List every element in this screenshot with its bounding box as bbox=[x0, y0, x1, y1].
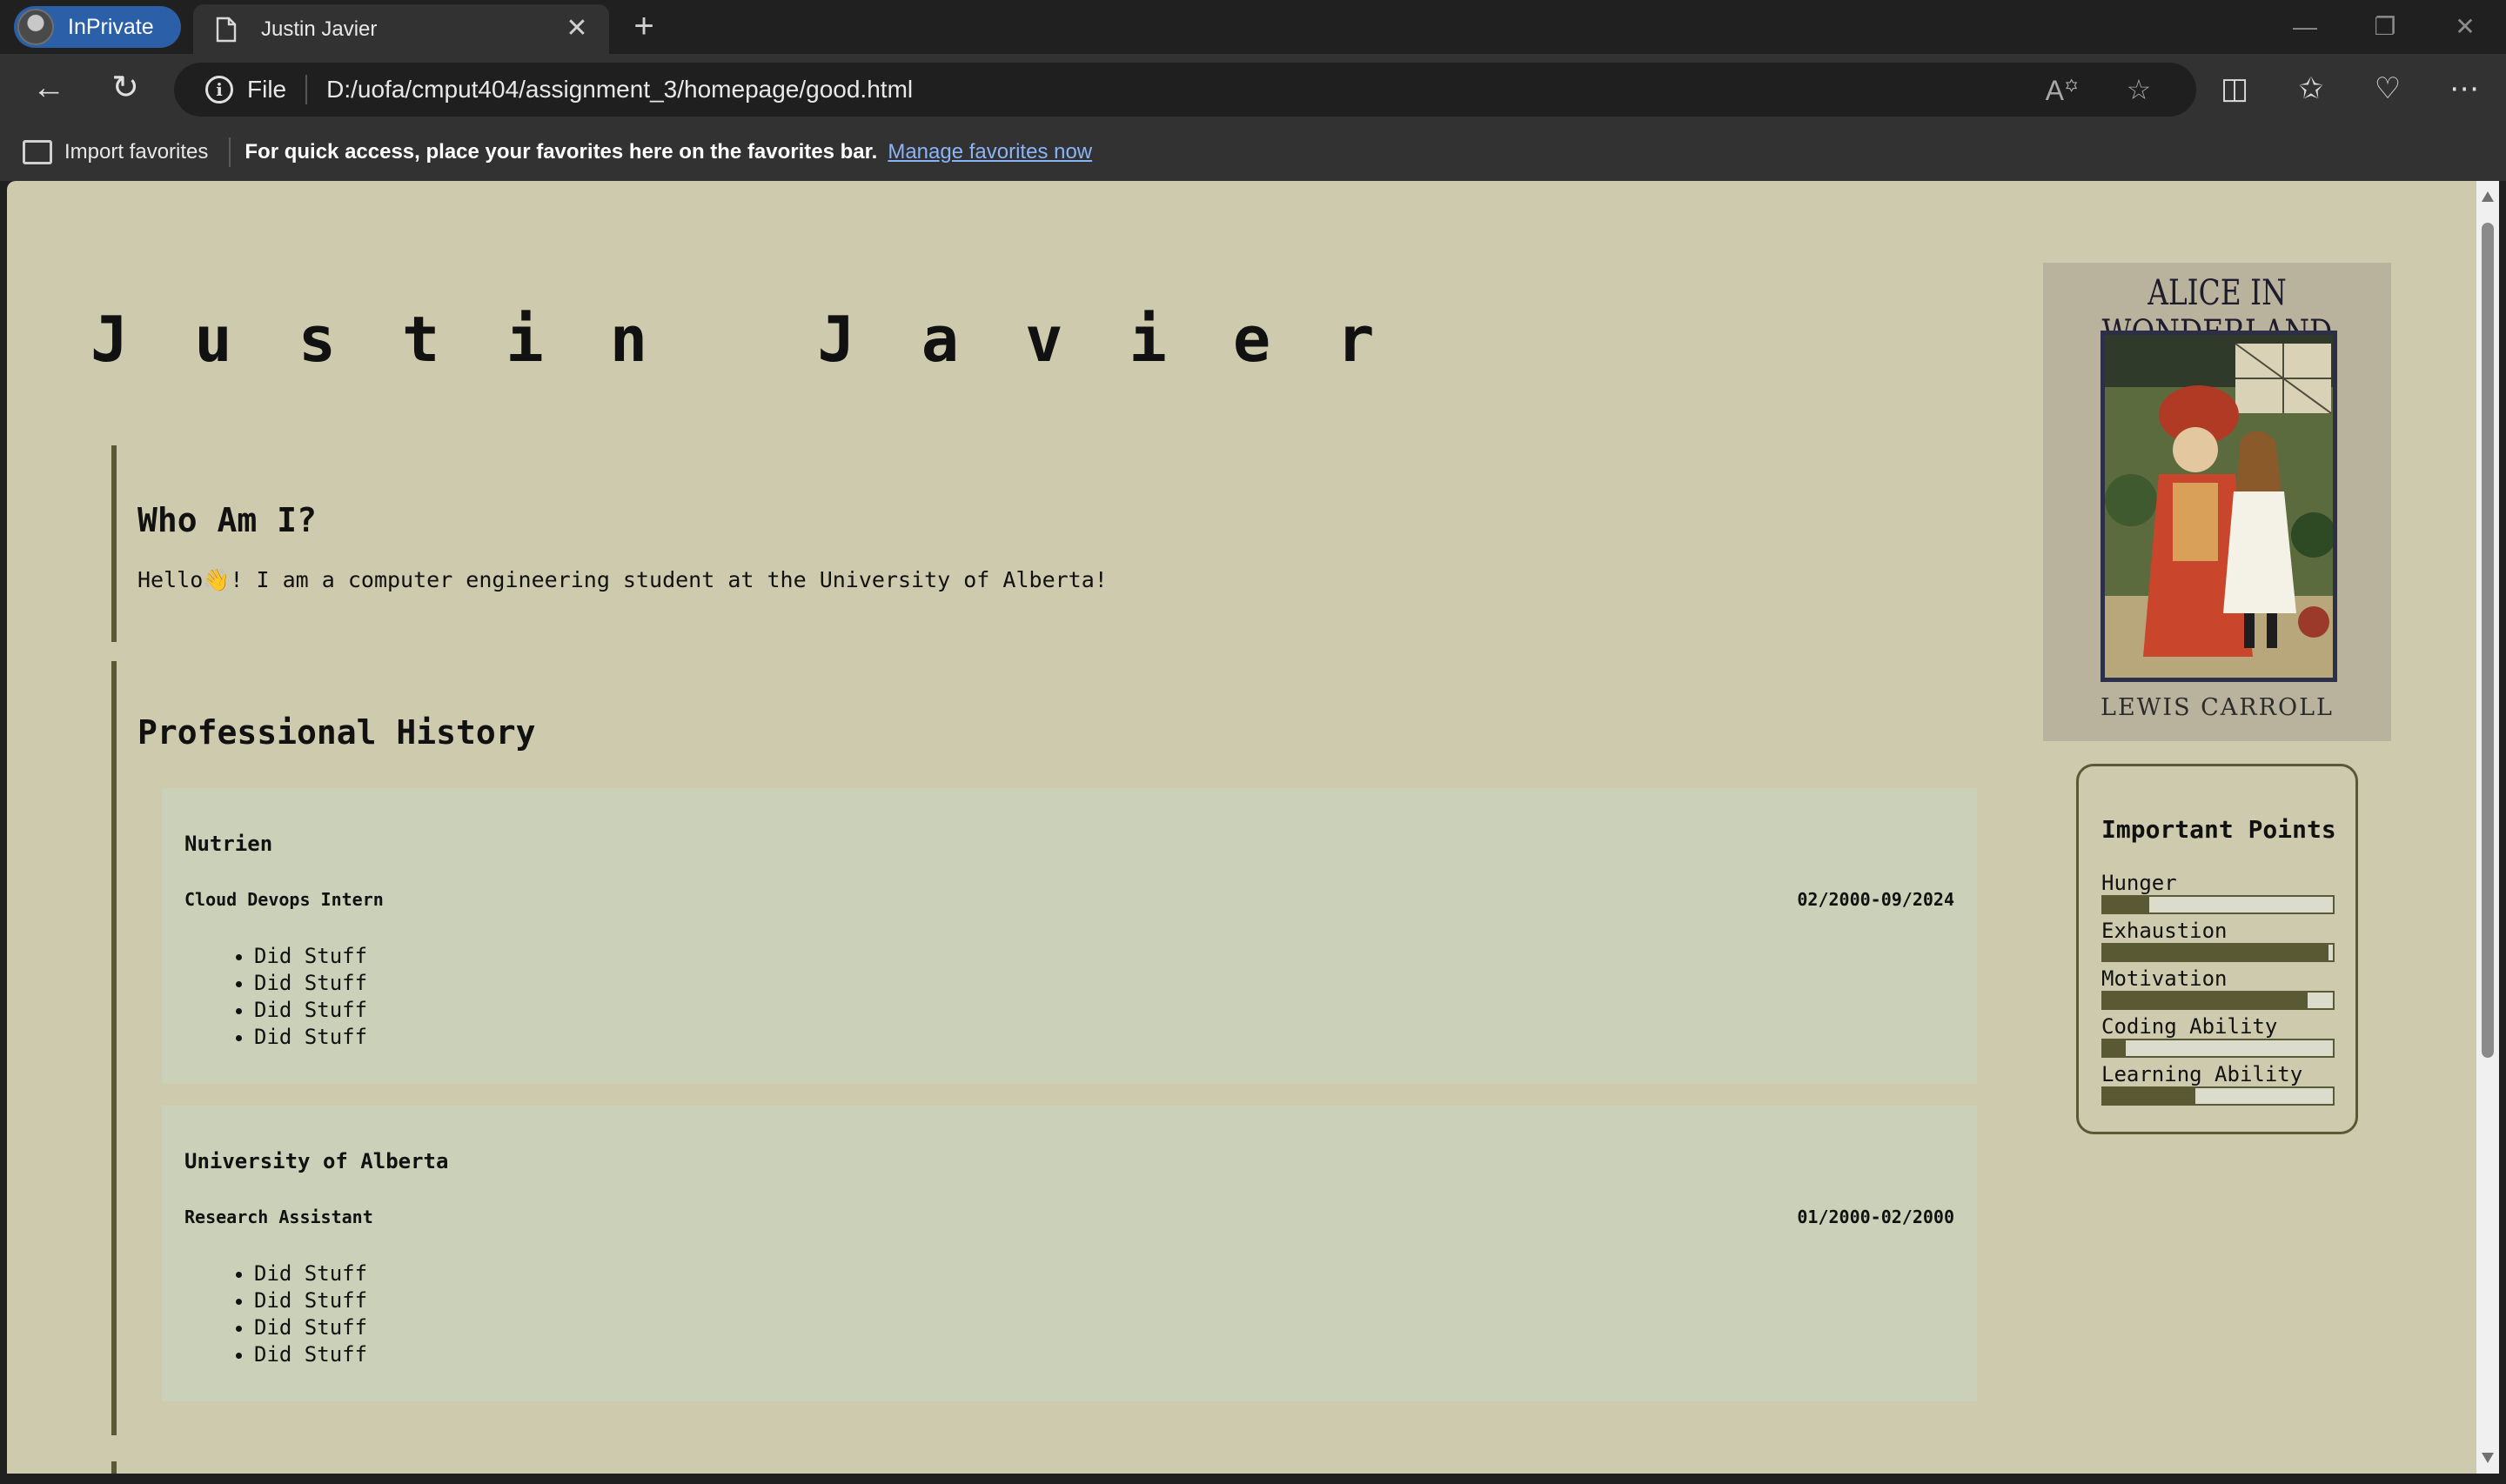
tab-title: Justin Javier bbox=[261, 17, 378, 41]
job-item: Did Stuff bbox=[254, 1024, 367, 1051]
job-item: Did Stuff bbox=[254, 1287, 367, 1314]
stat-meter bbox=[2101, 1039, 2335, 1058]
stat-meter bbox=[2101, 895, 2335, 914]
stat-label: Hunger bbox=[2101, 871, 2177, 895]
profile-avatar bbox=[17, 9, 54, 45]
refresh-icon[interactable]: ↻ bbox=[103, 66, 148, 111]
title-bar: InPrivate Justin Javier ✕ + — ❐ ✕ bbox=[0, 0, 2506, 54]
stat-meter-fill bbox=[2103, 1040, 2127, 1056]
favorites-bar: Import favorites For quick access, place… bbox=[0, 124, 2506, 181]
stat-meter-fill bbox=[2103, 897, 2149, 912]
more-menu-icon[interactable]: ⋯ bbox=[2440, 66, 2489, 111]
stat-label: Coding Ability bbox=[2101, 1014, 2278, 1039]
back-icon[interactable]: ← bbox=[26, 66, 71, 111]
inprivate-label: InPrivate bbox=[68, 14, 154, 39]
stat-learning-ability: Learning Ability bbox=[2101, 1062, 2336, 1106]
stat-meter bbox=[2101, 1086, 2335, 1106]
job-item: Did Stuff bbox=[254, 1341, 367, 1368]
address-bar[interactable]: i File D:/uofa/cmput404/assignment_3/hom… bbox=[174, 63, 2196, 117]
address-toolbar: ← ↻ i File D:/uofa/cmput404/assignment_3… bbox=[0, 54, 2506, 124]
job-card: University of Alberta Research Assistant… bbox=[162, 1106, 1977, 1401]
favorites-divider bbox=[229, 137, 231, 167]
new-tab-icon[interactable]: + bbox=[625, 9, 663, 47]
tab-justin-javier[interactable]: Justin Javier ✕ bbox=[193, 4, 609, 54]
inprivate-button[interactable]: InPrivate bbox=[14, 6, 181, 48]
important-points-panel: Important Points Hunger Exhaustion Motiv… bbox=[2076, 764, 2358, 1134]
stat-label: Learning Ability bbox=[2101, 1062, 2303, 1086]
job-role: Research Assistant bbox=[184, 1207, 373, 1227]
minimize-icon[interactable]: — bbox=[2283, 7, 2327, 47]
next-section-border bbox=[111, 1461, 117, 1474]
scrollbar-thumb[interactable] bbox=[2482, 223, 2494, 1058]
job-item: Did Stuff bbox=[254, 1314, 367, 1341]
info-icon[interactable]: i bbox=[205, 76, 233, 104]
stat-label: Motivation bbox=[2101, 966, 2228, 991]
job-card: Nutrien Cloud Devops Intern 02/2000-09/2… bbox=[162, 788, 1977, 1084]
job-items: Did Stuff Did Stuff Did Stuff Did Stuff bbox=[254, 1260, 367, 1368]
stat-exhaustion: Exhaustion bbox=[2101, 919, 2336, 962]
stat-label: Exhaustion bbox=[2101, 919, 2228, 943]
restore-icon[interactable]: ❐ bbox=[2363, 7, 2407, 47]
import-favorites-icon[interactable] bbox=[23, 140, 52, 164]
job-company: University of Alberta bbox=[184, 1149, 449, 1173]
job-item: Did Stuff bbox=[254, 997, 367, 1024]
who-am-i-section: Who Am I? Hello👋! I am a computer engine… bbox=[111, 445, 1982, 642]
stat-meter-fill bbox=[2103, 1088, 2195, 1104]
job-item: Did Stuff bbox=[254, 970, 367, 997]
who-text: Hello👋! I am a computer engineering stud… bbox=[137, 567, 1108, 592]
url-scheme: File bbox=[247, 76, 287, 103]
job-dates: 02/2000-09/2024 bbox=[1797, 889, 1954, 910]
job-item: Did Stuff bbox=[254, 943, 367, 970]
stat-meter-fill bbox=[2103, 993, 2308, 1008]
url-text[interactable]: D:/uofa/cmput404/assignment_3/homepage/g… bbox=[326, 76, 2043, 104]
favorites-message: For quick access, place your favorites h… bbox=[245, 140, 878, 164]
scroll-up-icon[interactable] bbox=[2482, 191, 2494, 202]
book-cover-image: ALICE IN WONDERLAND bbox=[2043, 263, 2391, 741]
close-tab-icon[interactable]: ✕ bbox=[564, 15, 590, 43]
stat-motivation: Motivation bbox=[2101, 966, 2336, 1010]
job-items: Did Stuff Did Stuff Did Stuff Did Stuff bbox=[254, 943, 367, 1051]
book-author: LEWIS CARROLL bbox=[2101, 694, 2334, 721]
page-icon bbox=[216, 17, 237, 43]
url-divider bbox=[305, 75, 308, 104]
import-favorites-label[interactable]: Import favorites bbox=[64, 140, 208, 164]
page-title: Justin Javier bbox=[90, 303, 1441, 376]
close-window-icon[interactable]: ✕ bbox=[2443, 7, 2487, 47]
stat-hunger: Hunger bbox=[2101, 871, 2336, 914]
important-points-heading: Important Points bbox=[2101, 815, 2336, 844]
scroll-down-icon[interactable] bbox=[2482, 1453, 2494, 1463]
split-screen-icon[interactable]: ◫ bbox=[2210, 66, 2259, 111]
job-role: Cloud Devops Intern bbox=[184, 889, 384, 910]
favorites-icon[interactable]: ✩ bbox=[2287, 66, 2335, 111]
job-company: Nutrien bbox=[184, 832, 273, 856]
professional-history-section: Professional History Nutrien Cloud Devop… bbox=[111, 661, 1982, 1435]
job-item: Did Stuff bbox=[254, 1260, 367, 1287]
stat-coding-ability: Coding Ability bbox=[2101, 1014, 2336, 1058]
job-dates: 01/2000-02/2000 bbox=[1797, 1207, 1954, 1227]
stat-meter-fill bbox=[2103, 945, 2328, 960]
manage-favorites-link[interactable]: Manage favorites now bbox=[888, 140, 1092, 164]
stat-meter bbox=[2101, 943, 2335, 962]
stat-meter bbox=[2101, 991, 2335, 1010]
book-illustration bbox=[2101, 331, 2337, 682]
favorite-star-icon[interactable]: ☆ bbox=[2120, 73, 2158, 106]
read-aloud-icon[interactable]: A꙳ bbox=[2043, 71, 2081, 109]
who-heading: Who Am I? bbox=[137, 501, 317, 539]
browser-essentials-icon[interactable]: ♡ bbox=[2363, 66, 2412, 111]
page-viewport: Justin Javier Who Am I? Hello👋! I am a c… bbox=[7, 181, 2476, 1474]
history-heading: Professional History bbox=[137, 713, 536, 752]
vertical-scrollbar[interactable] bbox=[2476, 181, 2499, 1474]
